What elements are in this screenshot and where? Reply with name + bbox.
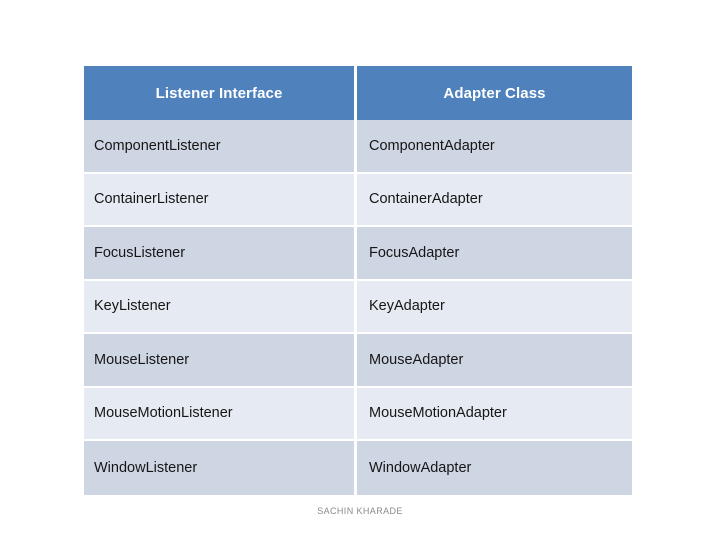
column-header-listener-interface: Listener Interface [84, 66, 357, 120]
cell-adapter: ComponentAdapter [357, 120, 632, 174]
table-row: ContainerListener ContainerAdapter [84, 173, 632, 227]
cell-listener: WindowListener [84, 441, 357, 495]
table-header-row: Listener Interface Adapter Class [84, 66, 632, 120]
table-row: ComponentListener ComponentAdapter [84, 120, 632, 174]
cell-listener: ContainerListener [84, 173, 357, 227]
cell-listener: ComponentListener [84, 120, 357, 174]
table-row: KeyListener KeyAdapter [84, 280, 632, 334]
slide-canvas: Listener Interface Adapter Class Compone… [0, 0, 720, 540]
cell-listener: MouseListener [84, 334, 357, 388]
cell-adapter: MouseAdapter [357, 334, 632, 388]
table-row: FocusListener FocusAdapter [84, 227, 632, 281]
table-body: ComponentListener ComponentAdapter Conta… [84, 120, 632, 495]
cell-adapter: ContainerAdapter [357, 173, 632, 227]
cell-adapter: FocusAdapter [357, 227, 632, 281]
table-row: MouseMotionListener MouseMotionAdapter [84, 387, 632, 441]
listener-adapter-table: Listener Interface Adapter Class Compone… [84, 66, 632, 495]
cell-listener: KeyListener [84, 280, 357, 334]
table-row: WindowListener WindowAdapter [84, 441, 632, 495]
table-header: Listener Interface Adapter Class [84, 66, 632, 120]
cell-adapter: WindowAdapter [357, 441, 632, 495]
cell-adapter: KeyAdapter [357, 280, 632, 334]
cell-listener: FocusListener [84, 227, 357, 281]
column-header-adapter-class: Adapter Class [357, 66, 632, 120]
footer-credit: SACHIN KHARADE [317, 506, 403, 516]
cell-listener: MouseMotionListener [84, 387, 357, 441]
table-row: MouseListener MouseAdapter [84, 334, 632, 388]
cell-adapter: MouseMotionAdapter [357, 387, 632, 441]
listener-adapter-table-container: Listener Interface Adapter Class Compone… [84, 66, 632, 495]
